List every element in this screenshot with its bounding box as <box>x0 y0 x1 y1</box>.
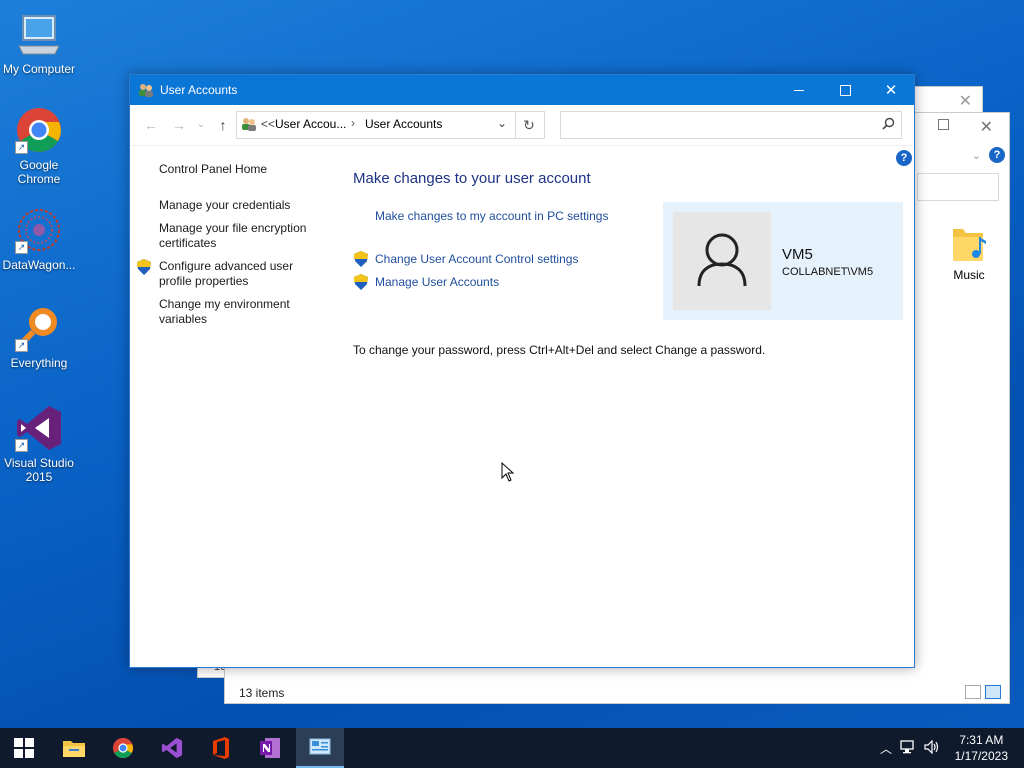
start-button[interactable] <box>0 728 48 768</box>
refresh-button[interactable]: ↻ <box>514 111 545 139</box>
desktop-icon-label: DataWagon... <box>2 258 76 272</box>
desktop-icon-everything[interactable]: ↗ Everything <box>0 304 78 370</box>
music-folder-icon <box>941 221 997 268</box>
taskbar-clock[interactable]: 7:31 AM 1/17/2023 <box>955 732 1008 764</box>
up-button[interactable]: ↑ <box>214 115 232 135</box>
maximize-icon <box>839 84 851 96</box>
folder-item-music[interactable]: Music <box>941 221 997 282</box>
close-icon[interactable]: ✕ <box>980 117 993 137</box>
minimize-icon <box>794 89 804 91</box>
maximize-button[interactable] <box>822 75 868 105</box>
desktop-icon-visual-studio[interactable]: ↗ Visual Studio 2015 <box>0 404 78 484</box>
system-tray: ︿ <box>880 728 940 768</box>
avatar[interactable] <box>673 212 771 310</box>
visual-studio-icon <box>161 737 183 759</box>
shortcut-arrow-icon: ↗ <box>15 241 28 254</box>
computer-icon <box>15 10 63 58</box>
taskbar-onenote[interactable] <box>246 728 294 768</box>
status-text: 13 items <box>239 686 285 700</box>
control-panel-icon <box>309 738 331 755</box>
shortcut-arrow-icon: ↗ <box>15 439 28 452</box>
network-icon[interactable] <box>900 739 916 757</box>
user-name: VM5 <box>782 246 813 263</box>
search-input[interactable] <box>560 111 902 139</box>
refresh-icon: ↻ <box>523 117 535 133</box>
link-uac-settings[interactable]: Change User Account Control settings <box>375 252 578 266</box>
taskbar-visual-studio[interactable] <box>148 728 196 768</box>
chevron-down-icon[interactable]: ⌄ <box>972 149 981 162</box>
taskbar-control-panel[interactable] <box>296 728 344 768</box>
taskbar-office[interactable] <box>197 728 245 768</box>
folder-icon <box>63 741 85 757</box>
help-button[interactable]: ? <box>896 150 912 166</box>
search-box[interactable] <box>917 173 999 201</box>
maximize-icon[interactable] <box>938 119 949 130</box>
folder-label: Music <box>953 268 985 282</box>
nav-control-panel-home[interactable]: Control Panel Home <box>159 162 319 177</box>
forward-button[interactable]: → <box>170 115 188 135</box>
desktop-icon-label: Everything <box>10 356 68 370</box>
minimize-button[interactable] <box>776 75 822 105</box>
datawagon-icon: ↗ <box>15 206 63 254</box>
link-pc-settings[interactable]: Make changes to my account in PC setting… <box>375 209 608 223</box>
shortcut-arrow-icon: ↗ <box>15 141 28 154</box>
chrome-icon: ↗ <box>15 106 63 154</box>
office-icon <box>213 737 229 759</box>
desktop-icon-label: Google Chrome <box>17 158 61 186</box>
window-title: User Accounts <box>160 83 238 97</box>
title-bar[interactable]: User Accounts ✕ <box>130 75 914 105</box>
back-button[interactable]: ← <box>142 115 160 135</box>
close-icon[interactable]: ✕ <box>959 91 972 111</box>
uac-shield-icon <box>354 274 368 290</box>
everything-search-icon: ↗ <box>15 304 63 352</box>
user-accounts-icon <box>138 82 154 98</box>
user-accounts-window[interactable]: User Accounts ✕ ← → ⌄ ↑ << User Accou...… <box>129 74 915 668</box>
desktop-icon-label: Visual Studio 2015 <box>4 456 74 484</box>
breadcrumb-current[interactable]: User Accounts <box>365 117 442 131</box>
address-dropdown-chevron-icon[interactable]: ⌄ <box>497 116 507 130</box>
nav-environment-variables[interactable]: Change my environment variables <box>159 297 319 327</box>
close-icon: ✕ <box>884 82 898 99</box>
show-hidden-icons-chevron-icon[interactable]: ︿ <box>880 740 892 757</box>
nav-manage-credentials[interactable]: Manage your credentials <box>159 198 319 213</box>
user-domain: COLLABNET\VM5 <box>782 266 874 278</box>
address-breadcrumb[interactable]: << User Accou... › User Accounts ⌄ <box>236 111 516 139</box>
breadcrumb-separator-icon: › <box>351 116 355 130</box>
nav-file-encryption[interactable]: Manage your file encryption certificates <box>159 221 319 251</box>
large-icons-view-icon[interactable] <box>985 685 1001 699</box>
taskbar-file-explorer[interactable] <box>50 728 98 768</box>
mouse-cursor-icon <box>501 461 515 485</box>
uac-shield-icon <box>137 259 151 275</box>
desktop-icon-label: My Computer <box>2 62 76 76</box>
page-title: Make changes to your user account <box>353 170 591 187</box>
user-avatar-icon <box>697 233 747 287</box>
link-manage-user-accounts[interactable]: Manage User Accounts <box>375 275 499 289</box>
onenote-icon <box>260 738 280 758</box>
clock-time: 7:31 AM <box>959 733 1004 747</box>
volume-icon[interactable] <box>924 739 940 757</box>
clock-date: 1/17/2023 <box>954 749 1008 763</box>
chrome-icon <box>112 737 134 759</box>
help-icon[interactable]: ? <box>989 147 1005 163</box>
recent-locations-chevron-icon[interactable]: ⌄ <box>192 115 210 135</box>
taskbar-chrome[interactable] <box>99 728 147 768</box>
address-bar-row: ← → ⌄ ↑ << User Accou... › User Accounts… <box>130 105 914 146</box>
taskbar: ︿ 7:31 AM 1/17/2023 <box>0 728 1024 768</box>
desktop-icon-google-chrome[interactable]: ↗ Google Chrome <box>0 106 78 186</box>
control-panel-icon <box>241 116 257 135</box>
windows-logo-icon <box>14 738 34 758</box>
desktop-icon-datawagon[interactable]: ↗ DataWagon... <box>0 206 78 272</box>
shortcut-arrow-icon: ↗ <box>15 339 28 352</box>
nav-advanced-profile[interactable]: Configure advanced user profile properti… <box>159 259 319 289</box>
close-button[interactable]: ✕ <box>868 75 914 105</box>
breadcrumb-overflow[interactable]: << <box>261 117 275 131</box>
user-account-card: VM5 COLLABNET\VM5 <box>663 202 903 320</box>
uac-shield-icon <box>354 251 368 267</box>
search-icon <box>882 117 895 133</box>
password-info-text: To change your password, press Ctrl+Alt+… <box>353 343 766 357</box>
visual-studio-icon: ↗ <box>15 404 63 452</box>
desktop-icon-my-computer[interactable]: My Computer <box>0 10 78 76</box>
details-view-icon[interactable] <box>965 685 981 699</box>
breadcrumb-parent[interactable]: User Accou... <box>275 117 346 131</box>
